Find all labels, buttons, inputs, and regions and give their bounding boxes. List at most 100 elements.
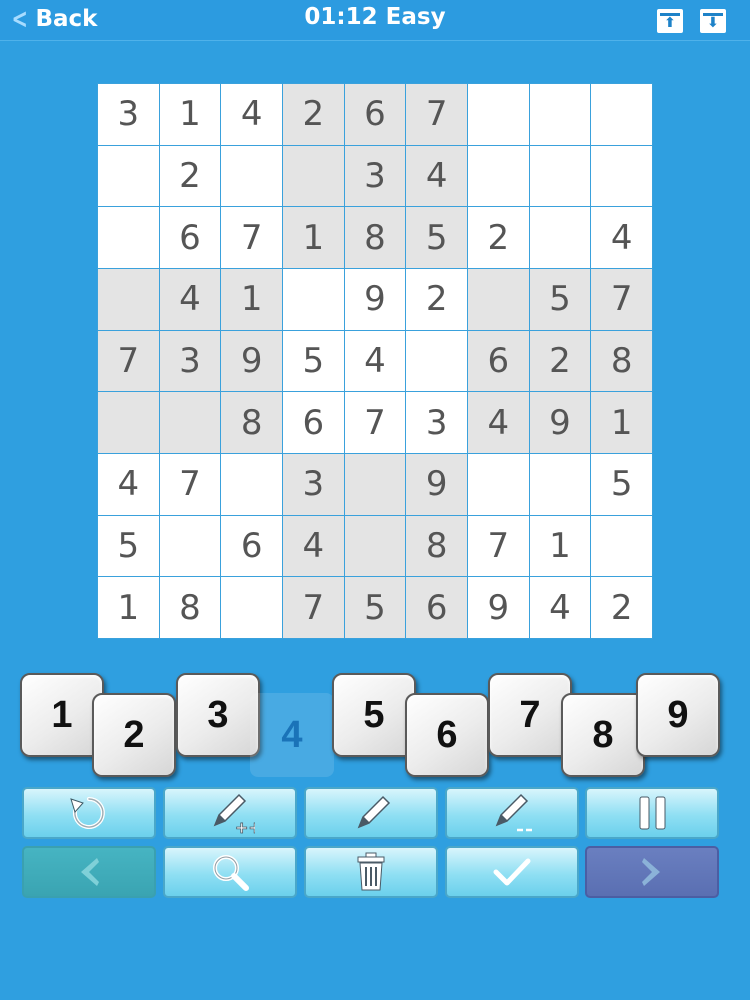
cell-r9c3[interactable] <box>221 577 282 638</box>
cell-r1c7[interactable] <box>468 84 529 145</box>
cell-r7c7[interactable] <box>468 454 529 515</box>
cell-r8c5[interactable] <box>344 515 406 577</box>
cell-r6c6[interactable]: 3 <box>406 392 467 453</box>
cell-r8c4[interactable]: 4 <box>283 515 344 577</box>
cell-r1c6[interactable]: 7 <box>406 84 467 145</box>
cell-r5c3[interactable]: 9 <box>221 330 282 392</box>
cell-r7c8[interactable] <box>529 454 591 515</box>
cell-r7c6[interactable]: 9 <box>406 454 467 515</box>
add-notes-button[interactable]: ++ <box>163 787 297 839</box>
cell-r8c9[interactable] <box>591 515 652 577</box>
cell-r6c9[interactable]: 1 <box>591 392 652 453</box>
number-tile-8[interactable]: 8 <box>561 693 645 777</box>
number-tile-9[interactable]: 9 <box>636 673 720 757</box>
cell-r8c3[interactable]: 6 <box>221 515 282 577</box>
cell-r1c2[interactable]: 1 <box>159 84 221 145</box>
cell-r7c3[interactable] <box>221 454 282 515</box>
cell-r7c9[interactable]: 5 <box>591 454 652 515</box>
cell-r4c5[interactable]: 9 <box>344 269 406 330</box>
cell-r2c4[interactable] <box>283 145 344 207</box>
cell-r6c3[interactable]: 8 <box>221 392 282 453</box>
cell-r4c9[interactable]: 7 <box>591 269 652 330</box>
cell-r3c8[interactable] <box>529 207 591 268</box>
cell-r1c8[interactable] <box>529 84 591 145</box>
cell-r2c9[interactable] <box>591 145 652 207</box>
number-tile-7[interactable]: 7 <box>488 673 572 757</box>
cell-r2c6[interactable]: 4 <box>406 145 467 207</box>
check-button[interactable] <box>445 846 579 898</box>
remove-notes-button[interactable] <box>445 787 579 839</box>
erase-button[interactable] <box>304 846 438 898</box>
cell-r1c9[interactable] <box>591 84 652 145</box>
cell-r1c1[interactable]: 3 <box>98 84 159 145</box>
cell-r3c3[interactable]: 7 <box>221 207 282 268</box>
cell-r6c4[interactable]: 6 <box>283 392 344 453</box>
previous-button[interactable] <box>22 846 156 898</box>
cell-r7c2[interactable]: 7 <box>159 454 221 515</box>
cell-r6c7[interactable]: 4 <box>468 392 529 453</box>
cell-r2c8[interactable] <box>529 145 591 207</box>
cell-r8c8[interactable]: 1 <box>529 515 591 577</box>
cell-r9c7[interactable]: 9 <box>468 577 529 638</box>
notes-button[interactable] <box>304 787 438 839</box>
cell-r9c1[interactable]: 1 <box>98 577 159 638</box>
hint-button[interactable] <box>163 846 297 898</box>
cell-r9c2[interactable]: 8 <box>159 577 221 638</box>
cell-r4c8[interactable]: 5 <box>529 269 591 330</box>
cell-r4c7[interactable] <box>468 269 529 330</box>
pause-button[interactable] <box>585 787 719 839</box>
undo-button[interactable] <box>22 787 156 839</box>
number-tile-5[interactable]: 5 <box>332 673 416 757</box>
cell-r6c1[interactable] <box>98 392 159 453</box>
cell-r4c4[interactable] <box>283 269 344 330</box>
cell-r4c6[interactable]: 2 <box>406 269 467 330</box>
cell-r6c2[interactable] <box>159 392 221 453</box>
cell-r7c1[interactable]: 4 <box>98 454 159 515</box>
cell-r4c3[interactable]: 1 <box>221 269 282 330</box>
number-tile-6[interactable]: 6 <box>405 693 489 777</box>
download-icon[interactable]: ⬇ <box>700 9 726 33</box>
cell-r9c5[interactable]: 5 <box>344 577 406 638</box>
cell-r9c4[interactable]: 7 <box>283 577 344 638</box>
cell-r6c5[interactable]: 7 <box>344 392 406 453</box>
number-tile-4[interactable]: 4 <box>250 693 334 777</box>
cell-r1c5[interactable]: 6 <box>344 84 406 145</box>
cell-r3c9[interactable]: 4 <box>591 207 652 268</box>
cell-r4c2[interactable]: 4 <box>159 269 221 330</box>
cell-r5c1[interactable]: 7 <box>98 330 159 392</box>
cell-r4c1[interactable] <box>98 269 159 330</box>
cell-r9c8[interactable]: 4 <box>529 577 591 638</box>
cell-r8c6[interactable]: 8 <box>406 515 467 577</box>
cell-r3c5[interactable]: 8 <box>344 207 406 268</box>
cell-r3c2[interactable]: 6 <box>159 207 221 268</box>
upload-icon[interactable]: ⬆ <box>657 9 683 33</box>
cell-r3c6[interactable]: 5 <box>406 207 467 268</box>
cell-r5c9[interactable]: 8 <box>591 330 652 392</box>
cell-r9c6[interactable]: 6 <box>406 577 467 638</box>
cell-r8c7[interactable]: 7 <box>468 515 529 577</box>
cell-r5c4[interactable]: 5 <box>283 330 344 392</box>
cell-r2c1[interactable] <box>98 145 159 207</box>
cell-r5c2[interactable]: 3 <box>159 330 221 392</box>
cell-r2c3[interactable] <box>221 145 282 207</box>
cell-r6c8[interactable]: 9 <box>529 392 591 453</box>
cell-r8c1[interactable]: 5 <box>98 515 159 577</box>
back-button[interactable]: < Back <box>8 2 98 36</box>
cell-r2c7[interactable] <box>468 145 529 207</box>
cell-r7c4[interactable]: 3 <box>283 454 344 515</box>
cell-r2c2[interactable]: 2 <box>159 145 221 207</box>
cell-r8c2[interactable] <box>159 515 221 577</box>
cell-r5c6[interactable] <box>406 330 467 392</box>
cell-r3c7[interactable]: 2 <box>468 207 529 268</box>
cell-r3c1[interactable] <box>98 207 159 268</box>
cell-r9c9[interactable]: 2 <box>591 577 652 638</box>
next-button[interactable] <box>585 846 719 898</box>
cell-r1c3[interactable]: 4 <box>221 84 282 145</box>
cell-r7c5[interactable] <box>344 454 406 515</box>
cell-r5c5[interactable]: 4 <box>344 330 406 392</box>
cell-r1c4[interactable]: 2 <box>283 84 344 145</box>
cell-r5c8[interactable]: 2 <box>529 330 591 392</box>
number-tile-2[interactable]: 2 <box>92 693 176 777</box>
cell-r3c4[interactable]: 1 <box>283 207 344 268</box>
cell-r5c7[interactable]: 6 <box>468 330 529 392</box>
